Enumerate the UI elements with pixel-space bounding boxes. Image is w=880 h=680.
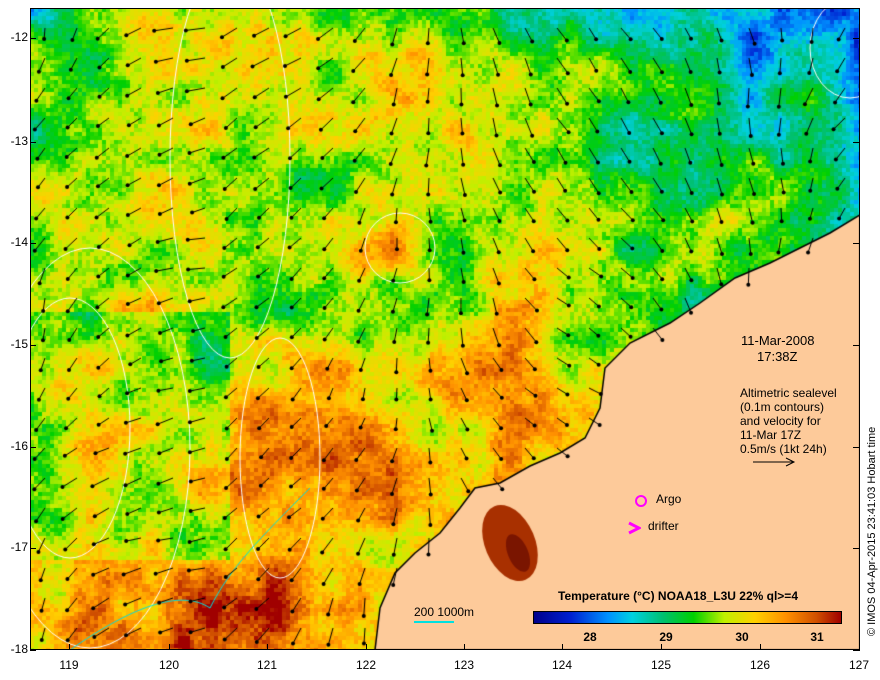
note-line: Altimetric sealevel <box>740 386 837 400</box>
argo-legend-label: Argo <box>656 492 682 506</box>
lat-tick-mark <box>853 548 860 549</box>
isobath-legend-line <box>414 621 454 623</box>
lat-tick-mark <box>853 650 860 651</box>
argo-marker-icon <box>635 495 647 507</box>
lon-tick-label: 125 <box>650 658 672 672</box>
lon-tick-mark <box>760 644 761 650</box>
lat-tick-mark <box>30 142 36 143</box>
colorbar-tick: 30 <box>735 630 749 644</box>
drifter-legend-label: drifter <box>648 519 679 533</box>
lat-tick-label: -12 <box>10 30 28 44</box>
lon-tick-mark <box>169 644 170 650</box>
note-line: 0.5m/s (1kt 24h) <box>740 442 827 456</box>
lat-tick-label: -17 <box>10 540 28 554</box>
lon-tick-label: 123 <box>453 658 475 672</box>
lon-tick-mark <box>562 644 563 650</box>
lat-tick-mark <box>853 38 860 39</box>
colorbar-title: Temperature (°C) NOAA18_L3U 22% ql>=4 <box>558 589 798 603</box>
lon-tick-label: 126 <box>749 658 771 672</box>
lat-tick-label: -16 <box>10 439 28 453</box>
velocity-scale-arrow-icon <box>753 457 796 467</box>
map-frame <box>30 8 860 650</box>
note-line: 11-Mar 17Z <box>740 428 802 442</box>
temperature-colorbar <box>533 611 842 624</box>
lon-tick-label: 119 <box>59 658 79 672</box>
lon-tick-mark <box>464 644 465 650</box>
lon-tick-label: 127 <box>848 658 870 672</box>
lat-tick-mark <box>30 548 36 549</box>
lat-tick-mark <box>30 38 36 39</box>
lon-tick-mark <box>267 644 268 650</box>
lat-tick-label: -18 <box>10 642 28 656</box>
note-line: (0.1m contours) <box>740 400 825 414</box>
lat-tick-mark <box>30 243 36 244</box>
image-date: 11-Mar-2008 <box>741 333 815 348</box>
lon-tick-label: 124 <box>551 658 573 672</box>
colorbar-tick: 28 <box>583 630 597 644</box>
lon-tick-mark <box>69 644 70 650</box>
lat-tick-mark <box>853 447 860 448</box>
lat-tick-mark <box>30 447 36 448</box>
isobath-label: 200 1000m <box>414 605 475 619</box>
colorbar-tick: 29 <box>659 630 673 644</box>
lat-tick-mark <box>30 650 36 651</box>
lon-tick-label: 120 <box>158 658 180 672</box>
lat-tick-label: -14 <box>10 235 28 249</box>
lon-tick-mark <box>661 644 662 650</box>
lat-tick-mark <box>853 345 860 346</box>
note-line: and velocity for <box>740 414 821 428</box>
lat-tick-mark <box>30 345 36 346</box>
drifter-marker-icon <box>628 521 641 535</box>
copyright-text: © IMOS 04-Apr-2015 23:41:03 Hobart time <box>866 426 878 636</box>
lat-tick-label: -15 <box>10 337 28 351</box>
lon-tick-label: 122 <box>355 658 377 672</box>
lon-tick-label: 121 <box>256 658 278 672</box>
lat-tick-mark <box>853 142 860 143</box>
lat-tick-mark <box>853 243 860 244</box>
altimetry-note: Altimetric sealevel (0.1m contours) and … <box>740 386 837 456</box>
colorbar-tick: 31 <box>810 630 824 644</box>
lon-tick-mark <box>366 644 367 650</box>
image-time: 17:38Z <box>757 349 798 364</box>
lat-tick-label: -13 <box>10 134 28 148</box>
